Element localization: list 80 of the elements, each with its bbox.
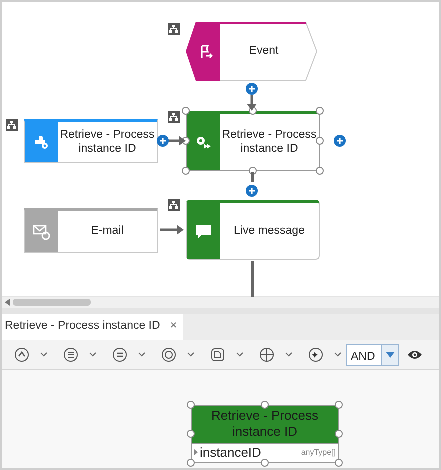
- caret-icon: [40, 352, 48, 358]
- selection-handle[interactable]: [187, 401, 195, 409]
- connector-arrow: [168, 136, 186, 146]
- hierarchy-icon[interactable]: [168, 111, 180, 123]
- caret-icon: [285, 352, 293, 358]
- dropdown-button[interactable]: [138, 352, 146, 358]
- selection-handle[interactable]: [182, 167, 190, 175]
- hierarchy-icon[interactable]: [168, 199, 180, 211]
- toolbar-button[interactable]: [308, 346, 324, 362]
- selection-handle[interactable]: [182, 107, 190, 115]
- node-label: Retrieve - Process instance ID: [59, 128, 156, 157]
- caret-icon: [236, 352, 244, 358]
- plus-icon[interactable]: [246, 185, 258, 197]
- eye-icon: [407, 348, 423, 360]
- toolbar-button[interactable]: [112, 346, 128, 362]
- attribute-type: anyType[]: [301, 446, 336, 458]
- scrollbar-thumb[interactable]: [13, 299, 91, 306]
- dropdown-button[interactable]: [89, 352, 97, 358]
- dropdown-value: AND: [350, 350, 376, 364]
- envelope-at-icon: [33, 223, 50, 240]
- connector-arrow: [160, 225, 184, 235]
- selection-handle[interactable]: [187, 430, 195, 438]
- caret-icon: [89, 352, 97, 358]
- dropdown-button[interactable]: [187, 352, 195, 358]
- flag-icon: [199, 44, 215, 60]
- connector-arrow: [247, 95, 257, 111]
- selection-handle[interactable]: [316, 167, 324, 175]
- dropdown-button[interactable]: [236, 352, 244, 358]
- selection-handle[interactable]: [335, 459, 343, 467]
- hierarchy-icon[interactable]: [6, 119, 18, 131]
- caret-icon: [386, 352, 394, 358]
- scroll-left-icon[interactable]: [5, 299, 10, 306]
- selection-handle[interactable]: [335, 430, 343, 438]
- caret-icon: [138, 352, 146, 358]
- caret-icon: [334, 352, 342, 358]
- dropdown-button[interactable]: [381, 344, 398, 364]
- plus-icon[interactable]: [157, 135, 169, 147]
- plus-icon[interactable]: [246, 83, 258, 95]
- process-node[interactable]: Retrieve - Process instance ID: [24, 119, 158, 163]
- process-node[interactable]: Retrieve - Process instance ID: [186, 111, 320, 171]
- attribute-name: instanceID: [200, 444, 262, 462]
- close-button[interactable]: ×: [170, 318, 178, 336]
- node-label: Live message: [233, 224, 306, 239]
- toolbar-button[interactable]: [259, 346, 275, 362]
- dropdown-button[interactable]: [40, 352, 48, 358]
- dropdown-button[interactable]: [285, 352, 293, 358]
- plus-icon[interactable]: [334, 135, 346, 147]
- tab-label: Retrieve - Process instance ID: [5, 319, 160, 334]
- puzzle-gear-icon: [33, 134, 50, 150]
- expand-icon[interactable]: [194, 449, 198, 456]
- connector-line: [251, 261, 255, 297]
- mapping-node[interactable]: Retrieve - Process instance ID instanceID anyType[]: [191, 405, 339, 462]
- toolbar-button[interactable]: [14, 346, 30, 362]
- selection-handle[interactable]: [261, 459, 269, 467]
- editor-tab[interactable]: Retrieve - Process instance ID ×: [2, 314, 184, 340]
- node-label: Retrieve - Process instance ID: [221, 128, 318, 157]
- document-icon: [210, 346, 226, 362]
- process-node[interactable]: E-mail: [24, 208, 158, 253]
- list-icon: [63, 346, 79, 362]
- hierarchy-icon[interactable]: [168, 23, 180, 35]
- sparkle-icon: [308, 346, 324, 362]
- selection-handle[interactable]: [316, 107, 324, 115]
- selection-handle[interactable]: [316, 137, 324, 145]
- dropdown-button[interactable]: [334, 352, 342, 358]
- selection-handle[interactable]: [187, 459, 195, 467]
- toolbar-button[interactable]: [63, 346, 79, 362]
- speech-bubble-icon: [195, 222, 212, 240]
- caret-icon: [187, 352, 195, 358]
- operator-dropdown[interactable]: AND: [346, 344, 399, 366]
- chevron-circle-icon: [14, 346, 30, 362]
- selection-handle[interactable]: [335, 401, 343, 409]
- toolbar-button[interactable]: [210, 346, 226, 362]
- visibility-button[interactable]: [407, 348, 423, 360]
- node-label: E-mail: [90, 224, 125, 240]
- node-label: Event: [248, 44, 280, 60]
- process-node[interactable]: Live message: [186, 200, 320, 260]
- node-title: Retrieve - Process instance ID: [192, 406, 338, 442]
- selection-handle[interactable]: [261, 401, 269, 409]
- equals-icon: [112, 346, 128, 362]
- crosshair-icon: [259, 346, 275, 362]
